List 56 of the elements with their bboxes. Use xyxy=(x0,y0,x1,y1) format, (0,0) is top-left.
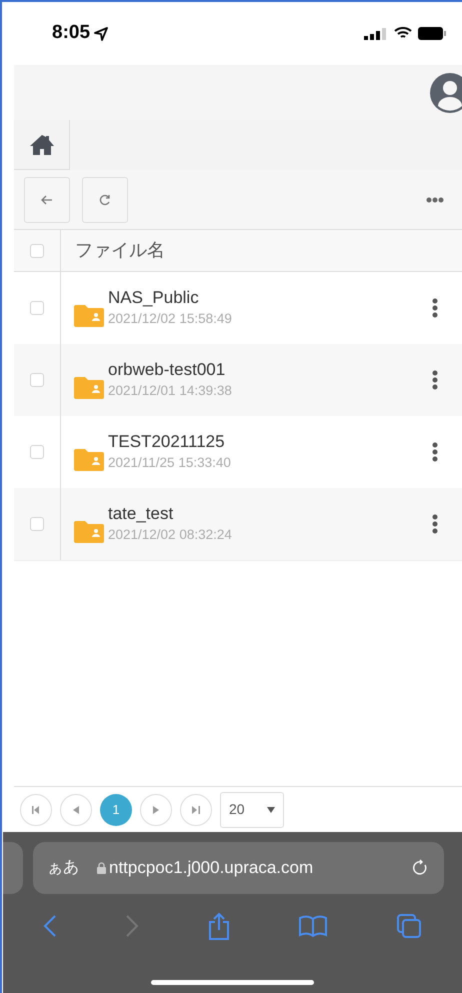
shared-folder-icon xyxy=(74,447,104,471)
last-page-button[interactable] xyxy=(180,794,212,826)
kebab-menu-icon[interactable] xyxy=(432,370,438,390)
refresh-icon xyxy=(99,194,111,206)
modified-date: 2021/12/02 08:32:24 xyxy=(108,526,232,544)
last-page-icon xyxy=(192,806,200,814)
share-icon[interactable] xyxy=(208,912,230,940)
modified-date: 2021/12/02 15:58:49 xyxy=(108,310,232,328)
next-icon xyxy=(153,806,159,814)
page-size-select[interactable]: 20 xyxy=(220,792,284,828)
url-text: nttpcpoc1.j000.upraca.com xyxy=(109,857,314,880)
text-size-button[interactable]: ぁあ xyxy=(47,856,79,880)
file-name: orbweb-test001 xyxy=(108,359,226,381)
lock-icon xyxy=(97,862,106,874)
shared-folder-icon xyxy=(74,303,104,327)
tab-edge[interactable] xyxy=(3,842,23,894)
arrow-left-icon xyxy=(41,194,53,204)
first-page-button[interactable] xyxy=(20,794,52,826)
file-name: TEST20211125 xyxy=(108,431,226,453)
refresh-button[interactable] xyxy=(82,176,128,222)
back-chevron-icon[interactable] xyxy=(43,914,57,938)
wifi-icon xyxy=(394,27,412,40)
checkbox[interactable] xyxy=(30,244,44,258)
tabs-icon[interactable] xyxy=(396,913,422,939)
address-bar[interactable]: ぁあ nttpcpoc1.j000.upraca.com xyxy=(33,842,444,894)
checkbox[interactable] xyxy=(30,445,44,459)
back-button[interactable] xyxy=(24,176,70,222)
clock-time: 8:05 xyxy=(52,21,90,46)
file-row[interactable]: tate_test 2021/12/02 08:32:24 xyxy=(14,488,462,560)
previous-page-button[interactable] xyxy=(60,794,92,826)
checkbox[interactable] xyxy=(30,373,44,387)
previous-icon xyxy=(73,806,79,814)
modified-date: 2021/12/01 14:39:38 xyxy=(108,382,232,400)
battery-icon xyxy=(418,27,446,40)
kebab-menu-icon[interactable] xyxy=(432,298,438,318)
column-header[interactable]: ファイル名 xyxy=(75,237,165,264)
file-name: NAS_Public xyxy=(108,287,200,309)
more-icon[interactable] xyxy=(426,196,444,202)
caret-icon xyxy=(267,806,275,812)
signal-icon xyxy=(364,28,388,40)
shared-folder-icon xyxy=(74,519,104,543)
modified-date: 2021/11/25 15:33:40 xyxy=(108,454,231,472)
kebab-menu-icon[interactable] xyxy=(432,514,438,534)
user-avatar-icon[interactable] xyxy=(430,72,462,112)
file-row[interactable]: orbweb-test001 2021/12/01 14:39:38 xyxy=(14,344,462,416)
location-arrow-icon xyxy=(94,26,108,40)
book-icon[interactable] xyxy=(298,915,328,937)
first-page-icon xyxy=(32,806,40,814)
next-page-button[interactable] xyxy=(140,794,172,826)
shared-folder-icon xyxy=(74,375,104,399)
home-icon xyxy=(28,134,54,156)
home-button[interactable] xyxy=(14,120,70,170)
checkbox[interactable] xyxy=(30,301,44,315)
kebab-menu-icon[interactable] xyxy=(432,442,438,462)
file-name: tate_test xyxy=(108,503,174,525)
checkbox[interactable] xyxy=(30,517,44,531)
